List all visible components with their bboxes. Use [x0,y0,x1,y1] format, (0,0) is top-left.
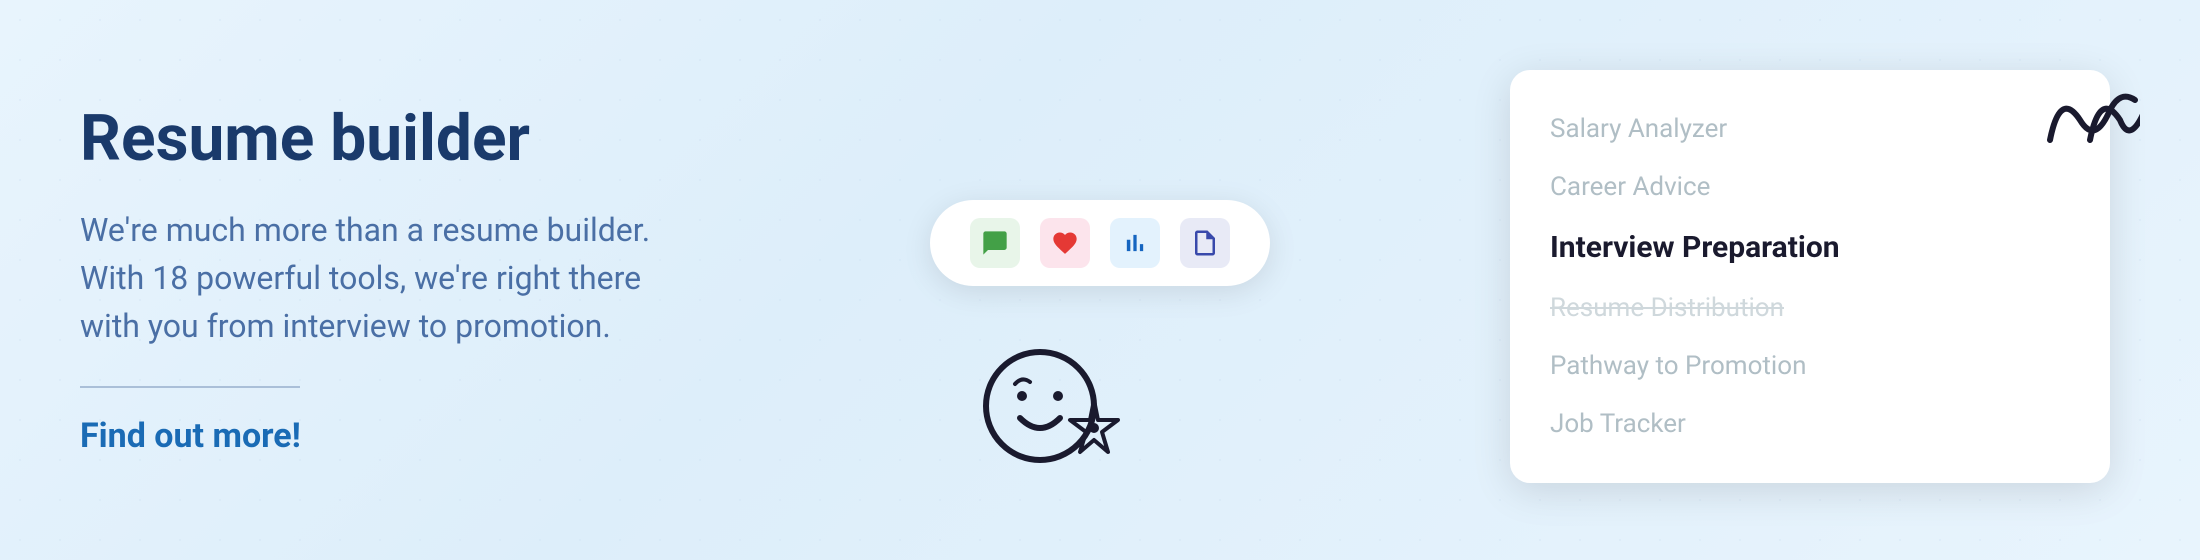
toolbar-pill [930,200,1270,286]
dropdown-card: Salary Analyzer Career Advice Interview … [1510,70,2110,483]
page-description: We're much more than a resume builder. W… [80,206,680,350]
page-title: Resume builder [80,104,780,174]
smiley-container [980,346,1100,470]
ui-container: Salary Analyzer Career Advice Interview … [870,50,2150,510]
star-icon [1058,392,1130,480]
dropdown-item-salary-analyzer[interactable]: Salary Analyzer [1550,100,2070,158]
right-section: Salary Analyzer Career Advice Interview … [820,0,2200,560]
dropdown-item-job-tracker[interactable]: Job Tracker [1550,395,2070,453]
dropdown-item-career-advice[interactable]: Career Advice [1550,158,2070,216]
squiggle-decoration [2040,80,2140,173]
left-section: Resume builder We're much more than a re… [80,0,780,560]
dropdown-item-interview-preparation[interactable]: Interview Preparation [1550,216,2070,279]
divider [80,386,300,388]
dropdown-item-resume-distribution[interactable]: Resume Distribution [1550,279,2070,337]
dropdown-item-pathway-to-promotion[interactable]: Pathway to Promotion [1550,337,2070,395]
chat-tool-icon[interactable] [970,218,1020,268]
document-tool-icon[interactable] [1180,218,1230,268]
find-out-more-link[interactable]: Find out more! [80,416,780,456]
heart-tool-icon[interactable] [1040,218,1090,268]
chart-tool-icon[interactable] [1110,218,1160,268]
